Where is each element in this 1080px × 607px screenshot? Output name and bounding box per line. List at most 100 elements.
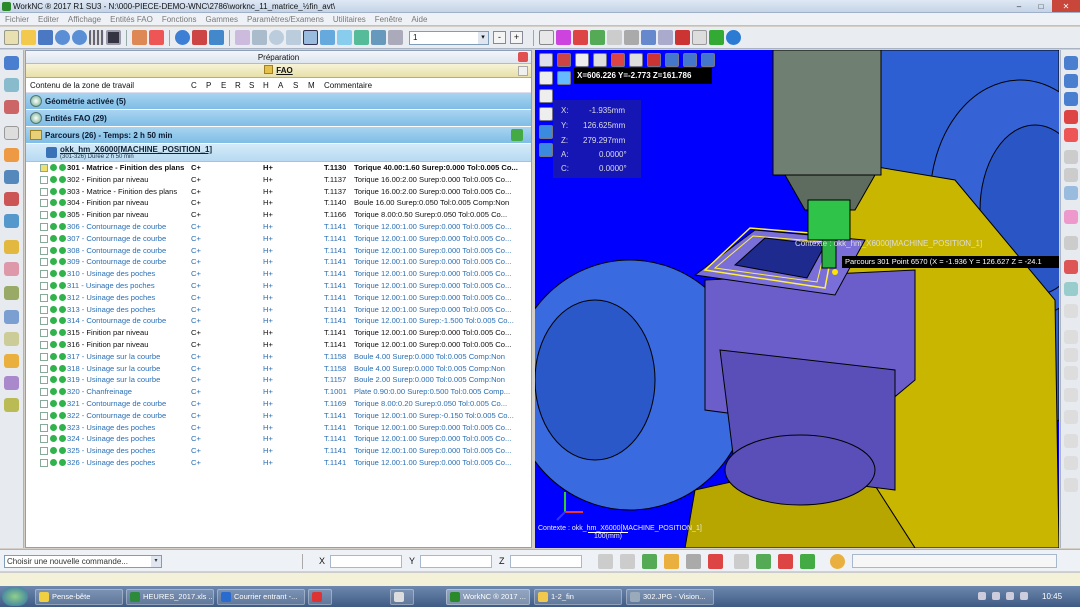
visible-dot-icon[interactable] (59, 388, 66, 396)
row-checkbox[interactable] (40, 281, 48, 290)
row-checkbox[interactable] (40, 258, 48, 267)
view-top-right-icon[interactable] (1064, 74, 1078, 88)
cursor-icon[interactable] (1064, 236, 1078, 250)
visible-dot-icon[interactable] (59, 175, 66, 183)
visible-dot-icon[interactable] (59, 458, 66, 466)
row-checkbox[interactable] (40, 211, 48, 220)
row-checkbox[interactable] (40, 234, 48, 243)
toolpath-row[interactable]: 306 - Contournage de courbe C+ H+ T.1141 Tor… (26, 221, 531, 233)
cube-blue-icon[interactable] (209, 30, 224, 45)
visible-dot-icon[interactable] (59, 364, 66, 372)
tray-flag-icon[interactable] (1006, 592, 1014, 600)
col-comment[interactable]: Commentaire (324, 81, 372, 90)
toolpath-row[interactable]: 322 - Contournage de courbe C+ H+ T.1141 Tor… (26, 410, 531, 422)
visible-dot-icon[interactable] (59, 423, 66, 431)
menu-parametres[interactable]: Paramètres/Examens (247, 15, 324, 24)
row-checkbox[interactable] (40, 305, 48, 314)
save-icon[interactable] (38, 30, 53, 45)
mesh-icon[interactable] (556, 30, 571, 45)
chamfer-icon[interactable] (4, 286, 19, 300)
display-icon[interactable] (658, 30, 673, 45)
toolpath-row[interactable]: 317 - Usinage sur la courbe C+ H+ T.1158 Bou… (26, 351, 531, 363)
wire-icon[interactable] (593, 53, 607, 67)
snap10-icon[interactable] (800, 554, 815, 569)
cube-red-icon[interactable] (192, 30, 207, 45)
status-icon[interactable] (830, 554, 845, 569)
toolpath-row[interactable]: 307 - Contournage de courbe C+ H+ T.1141 Tor… (26, 233, 531, 245)
blue-cube-icon[interactable] (539, 125, 553, 139)
edit-icon[interactable] (4, 30, 19, 45)
toolpath-row[interactable]: 321 - Contournage de courbe C+ H+ T.1169 Tor… (26, 398, 531, 410)
row-checkbox[interactable] (40, 175, 48, 184)
tool-path-icon[interactable] (4, 78, 19, 92)
menu-entites-fao[interactable]: Entités FAO (110, 15, 153, 24)
toolpath-row[interactable]: 309 - Contournage de courbe C+ H+ T.1141 Tor… (26, 256, 531, 268)
menu-affichage[interactable]: Affichage (68, 15, 101, 24)
plus-button[interactable]: + (510, 31, 523, 44)
pin-icon[interactable] (1064, 260, 1078, 274)
visible-dot-icon[interactable] (59, 340, 66, 348)
command-input[interactable]: Choisir une nouvelle commande... ▾ (4, 555, 162, 568)
toolpath-row[interactable]: 320 - Chanfreinage C+ H+ T.1001 Plate 0.90:0… (26, 386, 531, 398)
row-checkbox[interactable] (40, 352, 48, 361)
visible-dot-icon[interactable] (59, 435, 66, 443)
section-geometry[interactable]: Géométrie activée (5) (26, 93, 531, 110)
task-worknc[interactable]: WorkNC ® 2017 ... (446, 589, 530, 605)
misc-right-icon[interactable] (1064, 478, 1078, 492)
ruler-icon[interactable] (624, 30, 639, 45)
visible-dot-icon[interactable] (59, 352, 66, 360)
settings-icon[interactable] (692, 30, 707, 45)
row-checkbox[interactable] (40, 364, 48, 373)
menu-fenetre[interactable]: Fenêtre (375, 15, 403, 24)
calc-icon[interactable] (511, 129, 523, 141)
snap4-icon[interactable] (664, 554, 679, 569)
toolpath-row[interactable]: 305 - Finition par niveau C+ H+ T.1166 Toriq… (26, 209, 531, 221)
tools-icon[interactable] (149, 30, 164, 45)
visible-dot-icon[interactable] (59, 317, 66, 325)
menu-fichier[interactable]: Fichier (5, 15, 29, 24)
toolpath-row[interactable]: 308 - Contournage de courbe C+ H+ T.1141 Tor… (26, 245, 531, 257)
undo-icon[interactable] (55, 30, 70, 45)
page-icon[interactable] (235, 30, 250, 45)
snap-icon[interactable] (598, 554, 613, 569)
row-checkbox[interactable] (40, 199, 48, 208)
z-field[interactable] (510, 555, 582, 568)
task-app-small[interactable] (390, 589, 414, 605)
close-panel-icon[interactable] (518, 52, 528, 62)
task-app-red[interactable] (308, 589, 332, 605)
row-checkbox[interactable] (40, 376, 48, 385)
visible-dot-icon[interactable] (59, 258, 66, 266)
col-a[interactable]: A (278, 81, 283, 90)
toolpath-row[interactable]: 315 - Finition par niveau C+ H+ T.1141 Toriq… (26, 327, 531, 339)
view-cube-icon[interactable] (539, 89, 553, 103)
toolpath-row[interactable]: 312 - Usinage des poches C+ H+ T.1141 Toriqu… (26, 292, 531, 304)
axes-icon[interactable] (557, 71, 571, 85)
view-iso-icon[interactable] (665, 53, 679, 67)
visible-dot-icon[interactable] (59, 293, 66, 301)
visible-dot-icon[interactable] (59, 270, 66, 278)
help-icon[interactable] (726, 30, 741, 45)
level-icon[interactable] (4, 310, 19, 324)
section-entities[interactable]: Entités FAO (29) (26, 110, 531, 127)
row-checkbox[interactable] (40, 388, 48, 397)
measure-icon[interactable] (607, 30, 622, 45)
snap8-icon[interactable] (756, 554, 771, 569)
task-courrier[interactable]: Courrier entrant -... (217, 589, 305, 605)
visible-dot-icon[interactable] (59, 411, 66, 419)
col-c[interactable]: C (191, 81, 197, 90)
zoom-window-icon[interactable] (286, 30, 301, 45)
move-icon[interactable] (320, 30, 335, 45)
simulation-icon[interactable] (4, 376, 19, 390)
layer-view-icon[interactable] (539, 107, 553, 121)
visible-dot-icon[interactable] (59, 164, 66, 171)
visible-dot-icon[interactable] (59, 199, 66, 207)
visible-dot-icon[interactable] (59, 187, 66, 195)
grid-icon[interactable] (89, 30, 104, 45)
toolpath-row[interactable]: 301 - Matrice - Finition des plans C+ H+ T.… (26, 162, 531, 174)
col-s[interactable]: S (249, 81, 254, 90)
snap2-icon[interactable] (620, 554, 635, 569)
print-icon[interactable] (539, 30, 554, 45)
diamond-icon[interactable] (1064, 330, 1078, 344)
viewport-menu-icon[interactable] (539, 53, 553, 67)
arrow-right-icon[interactable] (1064, 434, 1078, 448)
